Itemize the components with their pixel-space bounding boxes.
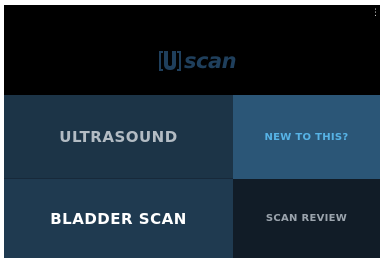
ultrasound-button[interactable]: ULTRASOUND [4, 95, 233, 179]
scan-review-label: SCAN REVIEW [265, 213, 348, 224]
bladder-scan-label: BLADDER SCAN [50, 209, 187, 228]
new-to-this-label: NEW TO THIS? [264, 131, 349, 143]
overflow-menu-icon[interactable]: ⋮ [371, 9, 380, 23]
ultrasound-label: ULTRASOUND [59, 128, 178, 146]
bladder-scan-button[interactable]: BLADDER SCAN [4, 179, 233, 258]
logo-u-mark-icon [157, 49, 183, 73]
uscan-logo: scan [157, 49, 237, 73]
app-screen: ⋮ scan ULTRASOUND NEW TO THIS? BLADDER S… [4, 5, 380, 258]
new-to-this-button[interactable]: NEW TO THIS? [233, 95, 380, 179]
app-header: ⋮ scan [4, 5, 380, 95]
scan-review-button[interactable]: SCAN REVIEW [233, 179, 380, 258]
logo-text: scan [184, 49, 237, 73]
